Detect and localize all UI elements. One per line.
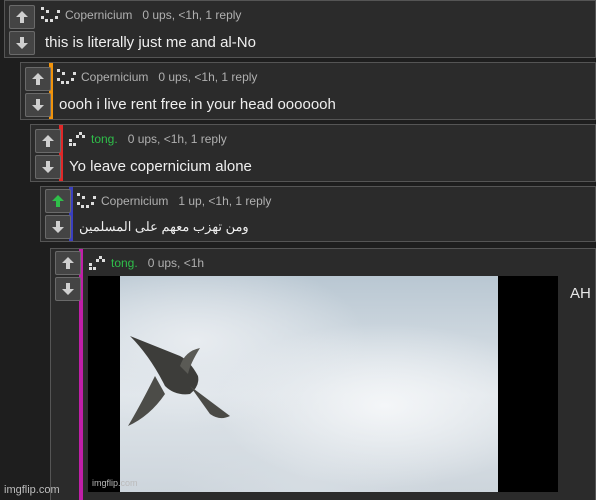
pixel-avatar-icon xyxy=(69,132,85,146)
arrow-down-icon xyxy=(42,161,54,173)
comment-meta: Copernicium 0 ups, <1h, 1 reply xyxy=(57,69,257,85)
image-caption: AH xyxy=(570,285,591,302)
username-link[interactable]: tong. xyxy=(91,132,118,146)
arrow-down-icon xyxy=(16,37,28,49)
comment: Copernicium 1 up, <1h, 1 reply ومن تهزب … xyxy=(40,186,596,242)
comment: Copernicium 0 ups, <1h, 1 reply oooh i l… xyxy=(20,62,596,120)
comment-text: oooh i live rent free in your head ooooo… xyxy=(59,96,336,113)
comment-meta: Copernicium 1 up, <1h, 1 reply xyxy=(77,193,271,209)
arrow-down-icon xyxy=(62,283,74,295)
username-link[interactable]: tong. xyxy=(111,256,138,270)
comment: tong. 0 ups, <1h, 1 reply Yo leave coper… xyxy=(30,124,596,182)
comment-text: Yo leave copernicium alone xyxy=(69,158,252,175)
arrow-down-icon xyxy=(52,221,64,233)
upvote-button[interactable] xyxy=(9,5,35,29)
comment-meta: tong. 0 ups, <1h, 1 reply xyxy=(67,131,227,147)
upvote-button[interactable] xyxy=(45,189,71,213)
pixel-avatar-icon xyxy=(41,7,60,22)
pixel-avatar-icon xyxy=(57,69,76,84)
arrow-up-icon xyxy=(32,73,44,85)
comment-stats: 0 ups, <1h, 1 reply xyxy=(142,8,242,22)
upvote-button[interactable] xyxy=(55,251,81,275)
username-link[interactable]: Copernicium xyxy=(65,8,132,22)
comment-stats: 0 ups, <1h xyxy=(147,256,205,270)
arrow-up-icon xyxy=(62,257,74,269)
username-link[interactable]: Copernicium xyxy=(81,70,148,84)
comment-text: ومن تهزب معهم على المسلمين xyxy=(79,219,249,234)
upvote-button[interactable] xyxy=(25,67,51,91)
downvote-button[interactable] xyxy=(9,31,35,55)
arrow-up-icon xyxy=(52,195,64,207)
comment-image[interactable]: imgflip.com xyxy=(88,276,558,492)
pixel-avatar-icon xyxy=(89,256,105,270)
imgflip-watermark: imgflip.com xyxy=(4,484,60,496)
arrow-up-icon xyxy=(42,135,54,147)
cloud-sky-photo xyxy=(120,276,498,492)
comment-meta: tong. 0 ups, <1h xyxy=(87,255,204,271)
comment-text: this is literally just me and al-No xyxy=(45,34,256,51)
image-watermark: imgflip.com xyxy=(92,478,138,488)
comment-stats: 0 ups, <1h, 1 reply xyxy=(127,132,227,146)
comment: Copernicium 0 ups, <1h, 1 reply this is … xyxy=(4,0,596,58)
bird-silhouette xyxy=(128,336,230,426)
comment-stats: 0 ups, <1h, 1 reply xyxy=(158,70,258,84)
downvote-button[interactable] xyxy=(25,93,51,117)
downvote-button[interactable] xyxy=(35,155,61,179)
comment-stats: 1 up, <1h, 1 reply xyxy=(178,194,272,208)
arrow-up-icon xyxy=(16,11,28,23)
upvote-button[interactable] xyxy=(35,129,61,153)
downvote-button[interactable] xyxy=(55,277,81,301)
downvote-button[interactable] xyxy=(45,215,71,239)
comment-meta: Copernicium 0 ups, <1h, 1 reply xyxy=(41,7,241,23)
arrow-down-icon xyxy=(32,99,44,111)
pixel-avatar-icon xyxy=(77,193,96,208)
username-link[interactable]: Copernicium xyxy=(101,194,168,208)
